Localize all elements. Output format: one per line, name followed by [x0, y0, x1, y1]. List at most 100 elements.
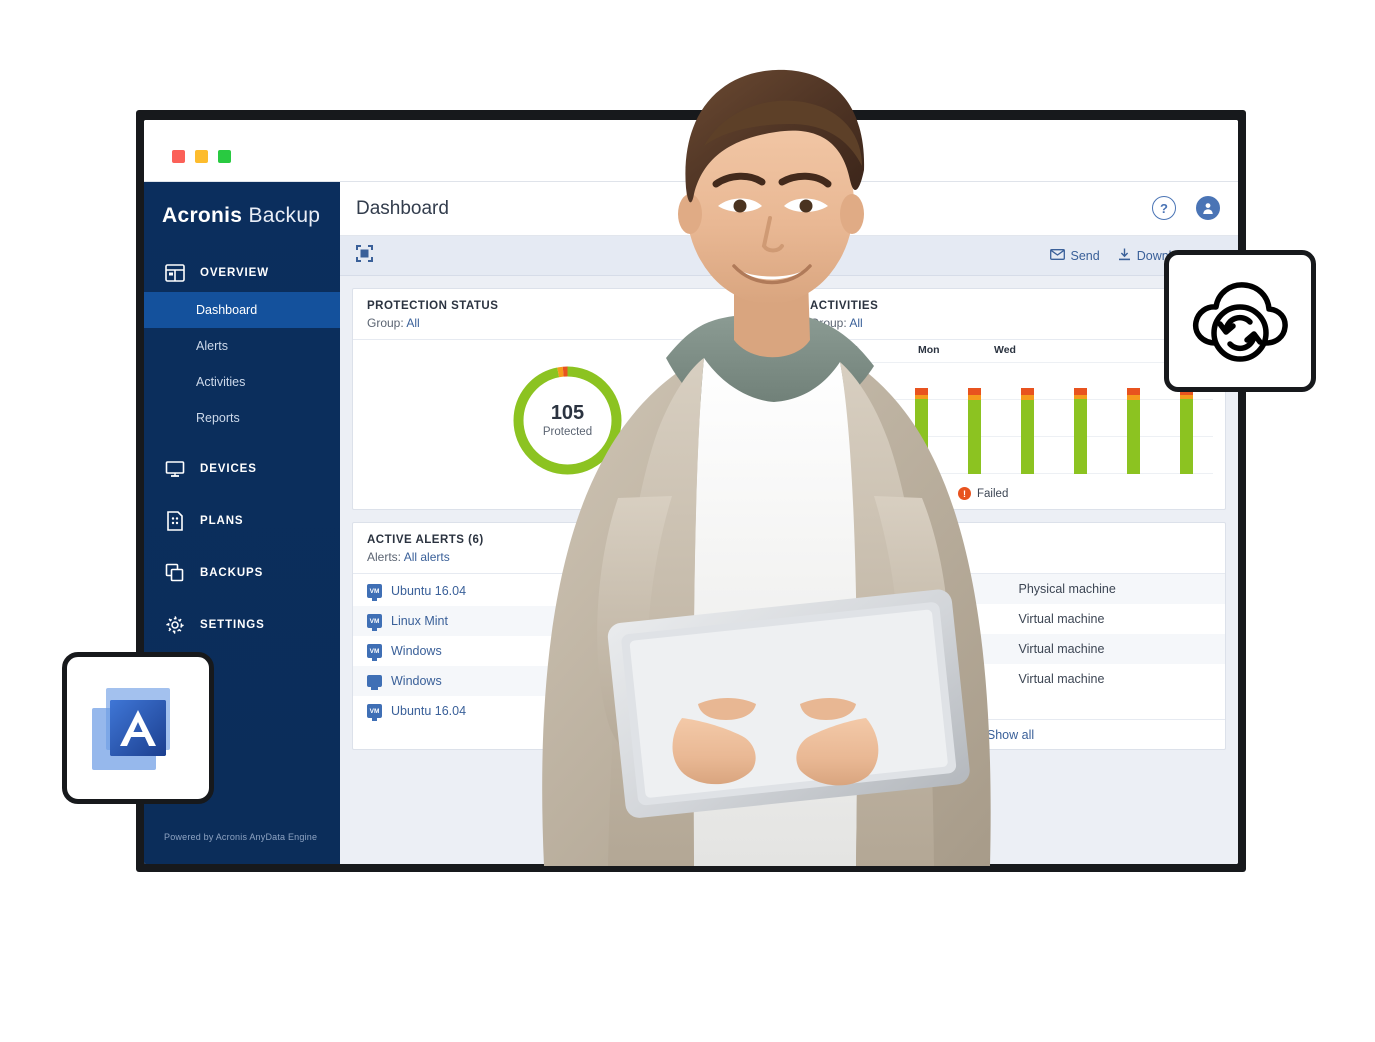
nav-spacer-2	[144, 488, 340, 502]
sidebar-label-plans: PLANS	[200, 515, 244, 527]
warning-triangle-icon	[881, 488, 894, 499]
window-controls[interactable]	[172, 150, 231, 163]
nav-spacer-4	[144, 592, 340, 606]
activities-card: ACTIVITIES Group: All Sat Mon Wed 150 10…	[795, 288, 1226, 510]
header-icon-group: ?	[1152, 196, 1220, 220]
protection-count-label: Protected	[542, 426, 593, 438]
y-tick-100: 100	[808, 392, 825, 404]
bar-slot	[948, 362, 1001, 474]
activities-plot-area: 150 100 50	[808, 356, 1213, 474]
fullscreen-icon[interactable]	[356, 244, 373, 267]
sidebar-item-plans[interactable]: PLANS	[144, 502, 340, 540]
table-row[interactable]: Ubuntu 16.04 Virtual machine	[796, 604, 1225, 634]
protected-group-value[interactable]: All	[849, 550, 862, 564]
sidebar-nav: OVERVIEW Dashboard Alerts Activities Rep…	[144, 254, 340, 644]
sidebar-item-overview[interactable]: OVERVIEW	[144, 254, 340, 292]
table-row[interactable]: vm-inst2 Virtual machine	[796, 664, 1225, 694]
protection-group-value[interactable]: All	[406, 316, 419, 330]
send-button[interactable]: Send	[1049, 249, 1100, 263]
sidebar-label-dashboard: Dashboard	[196, 303, 258, 317]
sidebar-label-alerts: Alerts	[196, 339, 228, 353]
protected-subtitle: Group: All	[810, 550, 1211, 564]
gear-icon	[164, 614, 186, 636]
envelope-icon	[1049, 249, 1065, 263]
y-tick-150: 150	[808, 356, 825, 367]
sidebar-item-dashboard[interactable]: Dashboard	[144, 292, 340, 328]
vm-icon: VM	[367, 704, 382, 721]
sidebar-label-settings: SETTINGS	[200, 619, 265, 631]
active-alerts-subtitle: Alerts: All alerts	[367, 550, 768, 564]
brand-bold: Acronis	[162, 204, 243, 227]
legend-successful-label: Successful	[810, 487, 866, 500]
send-label: Send	[1070, 249, 1100, 263]
help-icon[interactable]: ?	[1152, 196, 1176, 220]
main-content: Dashboard ? Send Download PROTECTION STA…	[340, 182, 1238, 864]
protected-type: Virtual machine	[1018, 642, 1105, 656]
dashboard-grid: PROTECTION STATUS Group: All 105 Protect…	[340, 276, 1238, 762]
nav-spacer-3	[144, 540, 340, 554]
x-tick-wed: Wed	[994, 344, 1016, 356]
acronis-logo-badge	[62, 652, 214, 804]
failed-circle-icon: !	[958, 487, 972, 500]
alert-name: Windows	[391, 674, 442, 688]
protected-type: Virtual machine	[1018, 672, 1105, 686]
table-row[interactable]: Linux Mint Virtual machine	[796, 634, 1225, 664]
sidebar-label-backups: BACKUPS	[200, 567, 264, 579]
list-item[interactable]: VM Ubuntu 16.04	[353, 576, 782, 606]
bar-sat	[915, 362, 928, 474]
overview-icon	[164, 262, 186, 284]
alert-name: Linux Mint	[391, 614, 448, 628]
sidebar-label-devices: DEVICES	[200, 463, 257, 475]
alert-name: Ubuntu 16.04	[391, 584, 467, 598]
protected-type: Virtual machine	[1018, 612, 1105, 626]
sidebar-label-activities: Activities	[196, 375, 246, 389]
close-dot[interactable]	[172, 150, 185, 163]
bar-mon	[1021, 362, 1034, 474]
monitor-icon	[164, 458, 186, 480]
vm-icon: VM	[367, 644, 382, 661]
active-alerts-list: VM Ubuntu 16.04 VM Linux Mint VM Windows	[353, 574, 782, 726]
x-tick-mon: Mon	[918, 344, 940, 356]
activities-bars	[842, 362, 1213, 474]
alerts-filter-value[interactable]: All alerts	[404, 550, 450, 564]
protected-type: Physical machine	[1018, 582, 1116, 596]
activities-title: ACTIVITIES	[810, 300, 879, 312]
active-alerts-card: ACTIVE ALERTS (6) Alerts: All alerts VM …	[352, 522, 783, 750]
sidebar-item-settings[interactable]: SETTINGS	[144, 606, 340, 644]
activities-group-value[interactable]: All	[849, 316, 862, 330]
list-item[interactable]: VM Linux Mint	[353, 606, 782, 636]
brand-light: Backup	[248, 204, 321, 227]
minimize-dot[interactable]	[195, 150, 208, 163]
sidebar-item-activities[interactable]: Activities	[144, 364, 340, 400]
acronis-a-logo	[92, 688, 170, 770]
nav-spacer-1	[144, 436, 340, 450]
x-tick-sat: Sat	[842, 344, 859, 356]
maximize-dot[interactable]	[218, 150, 231, 163]
list-item[interactable]: Windows	[353, 666, 782, 696]
browser-window: Acronis Backup OVERVIEW Dashboard Alerts…	[136, 110, 1246, 872]
pc-icon	[367, 675, 382, 690]
table-row[interactable]: Windows 10 Hom... Physical machine	[796, 574, 1225, 604]
toolbar-left	[356, 244, 373, 267]
list-item[interactable]: VM Ubuntu 16.04	[353, 696, 782, 726]
protected-table: Windows 10 Hom... Physical machine Ubunt…	[796, 574, 1225, 694]
sidebar-item-devices[interactable]: DEVICES	[144, 450, 340, 488]
sidebar-item-backups[interactable]: BACKUPS	[144, 554, 340, 592]
sidebar-item-reports[interactable]: Reports	[144, 400, 340, 436]
protection-status-subtitle: Group: All	[367, 316, 768, 330]
account-avatar-icon[interactable]	[1196, 196, 1220, 220]
protection-donut-wrap: 105 Protected	[353, 340, 782, 500]
activities-x-tick-labels: Sat Mon Wed	[842, 344, 1072, 356]
show-all-link[interactable]: Show all	[796, 719, 1225, 749]
browser-chrome-bar	[144, 120, 1238, 182]
sidebar-label-reports: Reports	[196, 411, 240, 425]
protection-donut-chart: 105 Protected	[510, 363, 625, 478]
cloud-sync-badge	[1164, 250, 1316, 392]
page-header: Dashboard ?	[340, 182, 1238, 236]
bar-slot	[895, 362, 948, 474]
plans-icon	[164, 510, 186, 532]
list-item[interactable]: VM Windows	[353, 636, 782, 666]
alert-name: Ubuntu 16.04	[391, 704, 467, 718]
sidebar-item-alerts[interactable]: Alerts	[144, 328, 340, 364]
bar-fri	[862, 362, 875, 474]
